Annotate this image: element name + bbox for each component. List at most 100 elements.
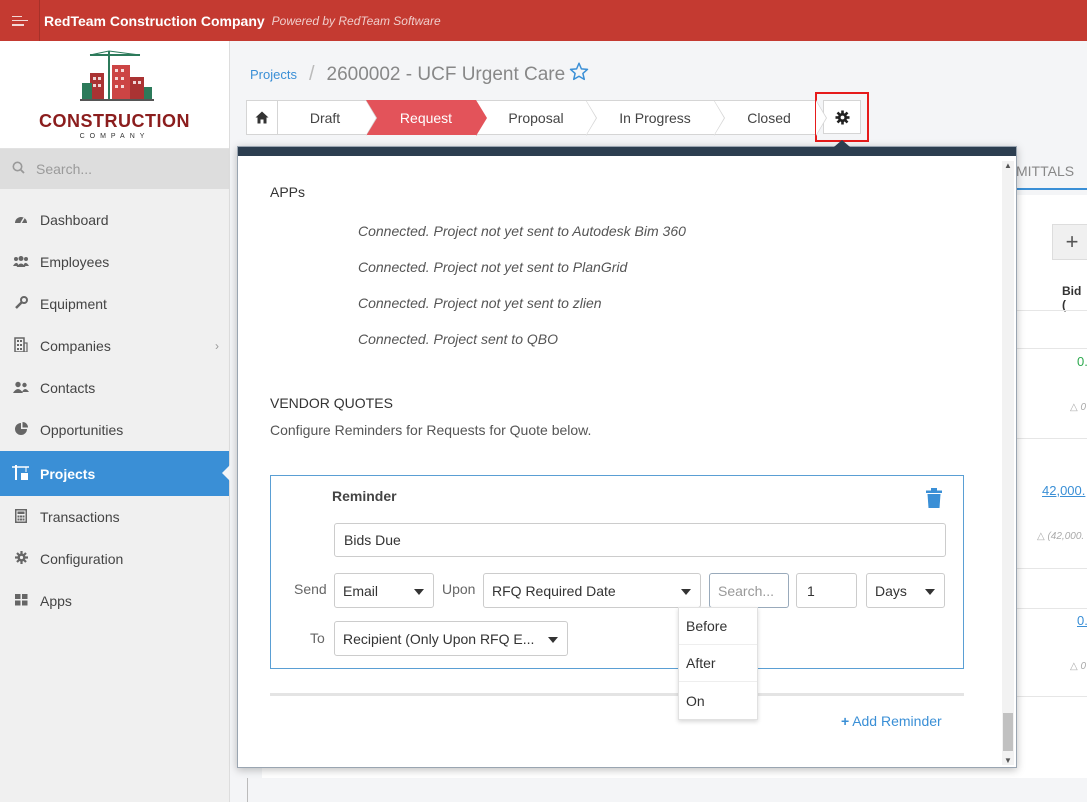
sidebar-item-projects[interactable]: Projects [0, 451, 230, 496]
add-reminder-label: Add Reminder [852, 713, 942, 729]
settings-modal: ▲ ▼ APPs Connected. Project not yet sent… [237, 140, 1017, 768]
sidebar-item-dashboard[interactable]: Dashboard [0, 199, 229, 241]
tab-submittals[interactable]: MITTALS [1016, 163, 1074, 179]
dropdown-option-on[interactable]: On [679, 682, 757, 719]
sidebar-item-label: Transactions [40, 509, 120, 525]
sidebar-item-label: Dashboard [40, 212, 109, 228]
sidebar-item-opportunities[interactable]: Opportunities [0, 409, 229, 451]
caret-down-icon [414, 589, 424, 595]
menu-button[interactable] [0, 0, 40, 41]
send-method-select[interactable]: Email [334, 573, 434, 608]
dropdown-option-before[interactable]: Before [679, 608, 757, 645]
breadcrumb-separator: / [308, 63, 315, 85]
sidebar-item-configuration[interactable]: Configuration [0, 538, 229, 580]
users-icon [12, 255, 30, 270]
gear-icon [835, 110, 849, 124]
apps-section-title: APPs [270, 184, 306, 200]
section-divider [270, 693, 964, 696]
modal-header-bar [238, 147, 1016, 156]
sidebar-item-equipment[interactable]: Equipment [0, 283, 229, 325]
vendor-quotes-title: VENDOR QUOTES [270, 395, 393, 411]
sidebar-item-label: Companies [40, 338, 111, 354]
construction-logo-icon [79, 50, 154, 101]
gear-icon [12, 551, 30, 567]
sidebar-item-companies[interactable]: Companies › [0, 325, 229, 367]
sidebar-item-label: Opportunities [40, 422, 124, 438]
sidebar-search [0, 149, 229, 189]
modal-pointer [834, 140, 850, 147]
timing-search-input[interactable] [709, 573, 789, 608]
scroll-down-icon[interactable]: ▼ [1004, 756, 1012, 765]
scroll-up-icon[interactable]: ▲ [1004, 161, 1012, 170]
company-name: RedTeam Construction Company [44, 12, 265, 29]
recipient-select[interactable]: Recipient (Only Upon RFQ E... [334, 621, 568, 656]
tab-underline [1016, 188, 1087, 190]
breadcrumb-projects-link[interactable]: Projects [250, 67, 297, 82]
offset-number-input[interactable] [796, 573, 857, 608]
app-status: Connected. Project not yet sent to PlanG… [358, 259, 628, 275]
stage-proposal[interactable]: Proposal [476, 100, 597, 136]
logo-subtitle: COMPANY [79, 133, 150, 140]
crane-icon [12, 464, 30, 483]
caret-down-icon [548, 637, 558, 643]
settings-button[interactable] [823, 100, 861, 134]
hamburger-icon [11, 15, 28, 26]
stage-request[interactable]: Request [366, 100, 487, 136]
dashboard-icon [12, 213, 30, 228]
grid-icon [12, 593, 30, 609]
reminder-label: Reminder [332, 488, 397, 504]
sidebar-nav: Dashboard Employees Equipment Companies … [0, 199, 230, 622]
sidebar-item-contacts[interactable]: Contacts [0, 367, 229, 409]
row-divider [1017, 310, 1087, 311]
scrollbar-thumb[interactable] [1003, 713, 1013, 751]
sidebar-item-label: Configuration [40, 551, 124, 567]
content-border [247, 778, 1087, 802]
sidebar-item-apps[interactable]: Apps [0, 580, 229, 622]
vendor-quotes-description: Configure Reminders for Requests for Quo… [270, 422, 592, 438]
app-status: Connected. Project sent to QBO [358, 331, 558, 347]
stage-draft[interactable]: Draft [278, 100, 377, 136]
reminder-card: Reminder Send Email Upon RFQ Required Da… [270, 475, 964, 669]
stage-closed[interactable]: Closed [714, 100, 827, 136]
bid-delta: △ (42,000. [1037, 531, 1085, 542]
company-logo[interactable]: CONSTRUCTION COMPANY [0, 41, 229, 149]
app-status: Connected. Project not yet sent to zlien [358, 295, 602, 311]
select-value: Email [343, 582, 379, 599]
star-icon[interactable] [569, 62, 589, 87]
status-pipeline: Draft Request Proposal In Progress Close… [246, 100, 827, 136]
calculator-icon [12, 508, 30, 526]
chevron-right-icon: › [215, 339, 219, 353]
send-label: Send [294, 581, 327, 597]
app-status: Connected. Project not yet sent to Autod… [358, 223, 686, 239]
bid-value-link[interactable]: 0. [1077, 613, 1087, 628]
sidebar-search-input[interactable] [36, 161, 216, 177]
top-bar: RedTeam Construction Company Powered by … [0, 0, 1087, 41]
select-value: RFQ Required Date [492, 582, 616, 599]
reminder-name-input[interactable] [334, 523, 946, 557]
sidebar-item-label: Projects [40, 465, 96, 482]
stage-label: Draft [309, 109, 341, 126]
contacts-icon [12, 381, 30, 396]
bid-value-link[interactable]: 42,000. [1042, 483, 1085, 498]
sidebar-item-label: Equipment [40, 296, 107, 312]
stage-in-progress[interactable]: In Progress [586, 100, 725, 136]
upon-label: Upon [442, 581, 476, 597]
upon-date-select[interactable]: RFQ Required Date [483, 573, 701, 608]
trash-icon[interactable] [926, 488, 942, 508]
row-divider [1017, 608, 1087, 609]
timing-dropdown: Before After On [678, 607, 758, 720]
home-button[interactable] [246, 100, 278, 135]
sidebar-item-label: Apps [40, 593, 72, 609]
unit-select[interactable]: Days [866, 573, 945, 608]
sidebar-item-transactions[interactable]: Transactions [0, 496, 229, 538]
building-icon [12, 337, 30, 355]
modal-scrollbar[interactable]: ▲ ▼ [1002, 161, 1014, 765]
row-divider [1017, 348, 1087, 349]
add-reminder-button[interactable]: + Add Reminder [841, 713, 942, 729]
sidebar-item-employees[interactable]: Employees [0, 241, 229, 283]
row-divider [1017, 696, 1087, 697]
stage-label: Closed [747, 109, 791, 126]
dropdown-option-after[interactable]: After [679, 645, 757, 682]
bid-column-header: Bid ( [1062, 284, 1082, 312]
add-button[interactable]: + [1052, 224, 1087, 260]
